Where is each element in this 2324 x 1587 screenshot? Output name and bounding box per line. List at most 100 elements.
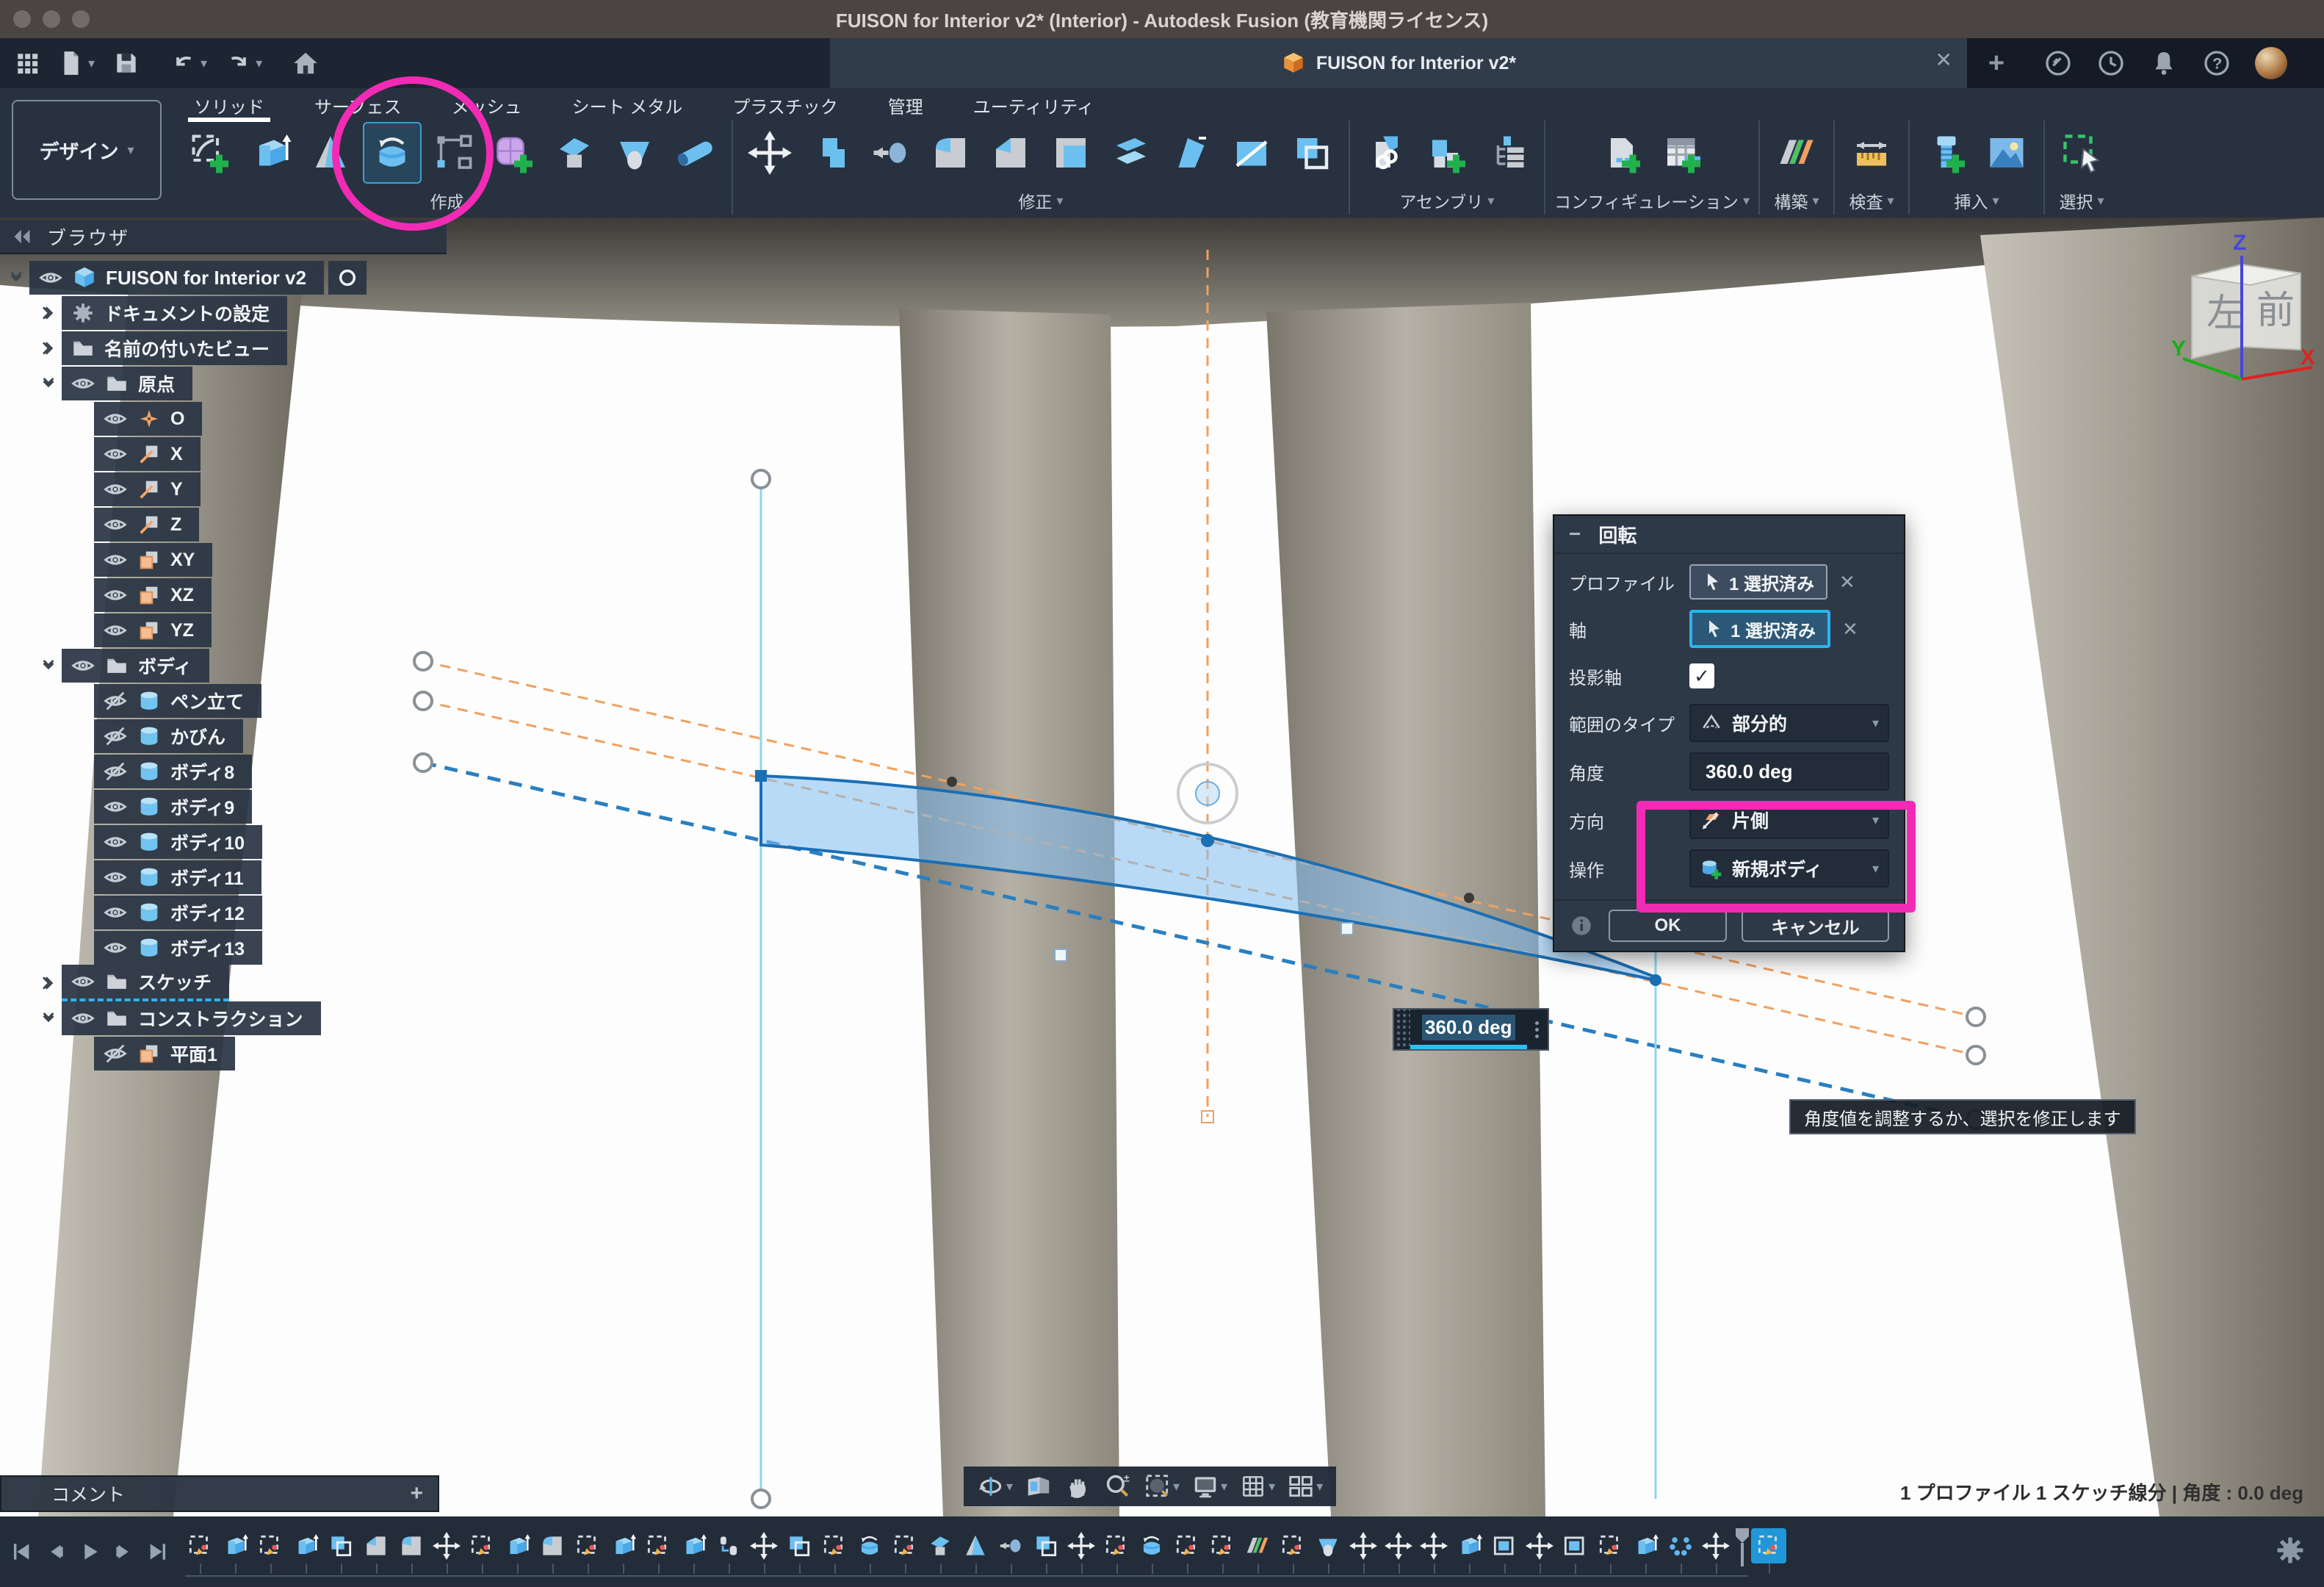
timeline-feature-extrude[interactable] bbox=[1451, 1528, 1487, 1563]
tree-row-O[interactable]: O bbox=[0, 401, 617, 436]
tree-row-かびん[interactable]: かびん bbox=[0, 719, 617, 754]
patch-tool-icon[interactable] bbox=[607, 123, 663, 182]
timeline-feature-extrude[interactable] bbox=[605, 1528, 640, 1563]
timeline-feature-combine[interactable] bbox=[323, 1528, 358, 1563]
minimize-dialog-icon[interactable]: − bbox=[1569, 522, 1581, 546]
chevron-open-icon[interactable] bbox=[35, 1009, 62, 1028]
ribbon-tab-7[interactable]: ユーティリティ bbox=[967, 91, 1100, 118]
sketch-new-tool-icon[interactable] bbox=[182, 123, 238, 182]
tree-item[interactable]: ペン立て bbox=[94, 684, 261, 718]
tree-row-平面1[interactable]: 平面1 bbox=[0, 1036, 617, 1071]
tree-row-Y[interactable]: Y bbox=[0, 472, 617, 507]
home-button[interactable] bbox=[286, 45, 325, 82]
timeline-feature-sketch[interactable] bbox=[570, 1528, 605, 1563]
timeline-feature-sketch[interactable] bbox=[182, 1528, 217, 1563]
clock-icon[interactable] bbox=[2096, 48, 2126, 78]
visibility-on-icon[interactable] bbox=[103, 442, 128, 467]
tree-row-FUISON for Interior v2[interactable]: FUISON for Interior v2 bbox=[0, 260, 617, 295]
fillet-tool-icon[interactable] bbox=[923, 123, 978, 182]
tree-row-スケッチ[interactable]: スケッチ bbox=[0, 965, 617, 1001]
chevron-open-icon[interactable] bbox=[35, 374, 62, 393]
tree-row-ボディ12[interactable]: ボディ12 bbox=[0, 895, 617, 930]
visibility-off-icon[interactable] bbox=[103, 1041, 128, 1066]
tree-row-XZ[interactable]: XZ bbox=[0, 577, 617, 613]
tree-item[interactable]: O bbox=[94, 402, 202, 436]
tree-item[interactable]: Y bbox=[94, 472, 201, 506]
timeline-feature-sketch[interactable] bbox=[887, 1528, 923, 1563]
sketch-point[interactable] bbox=[947, 777, 957, 787]
add-comment-button[interactable]: + bbox=[410, 1481, 423, 1506]
visibility-on-icon[interactable] bbox=[103, 794, 128, 819]
model-viewport[interactable]: 左 前 Z Y X ブラウザ FUISON for Interior v2ドキュ… bbox=[0, 217, 2324, 1516]
timeline-feature-fillet[interactable] bbox=[535, 1528, 570, 1563]
timeline-feature-construct-plane[interactable] bbox=[1240, 1528, 1275, 1563]
timeline-go-end-button[interactable] bbox=[144, 1539, 170, 1565]
visibility-off-icon[interactable] bbox=[103, 688, 128, 713]
visibility-on-icon[interactable] bbox=[103, 583, 128, 608]
tree-item[interactable]: ボディ11 bbox=[94, 860, 261, 894]
timeline-feature-sketch[interactable] bbox=[464, 1528, 499, 1563]
timeline-feature-move[interactable] bbox=[1522, 1528, 1557, 1563]
timeline-feature-patch[interactable] bbox=[1310, 1528, 1346, 1563]
tree-item[interactable]: X bbox=[94, 437, 201, 471]
tree-item[interactable]: 名前の付いたビュー bbox=[62, 331, 287, 365]
ribbon-group-label[interactable]: 選択▾ bbox=[2059, 188, 2104, 213]
collapse-panel-icon[interactable] bbox=[12, 226, 32, 247]
visibility-on-icon[interactable] bbox=[103, 618, 128, 643]
tree-row-ボディ11[interactable]: ボディ11 bbox=[0, 860, 617, 895]
timeline-settings-gear-icon[interactable] bbox=[2274, 1534, 2306, 1566]
clear-axis-icon[interactable]: ✕ bbox=[1842, 618, 1858, 641]
timeline-feature-sketch[interactable] bbox=[817, 1528, 852, 1563]
tree-row-ボディ[interactable]: ボディ bbox=[0, 648, 617, 683]
drag-handle[interactable] bbox=[1394, 1010, 1410, 1049]
ribbon-tab-4[interactable]: シート メタル bbox=[566, 91, 689, 118]
ribbon-tab-1[interactable]: ソリッド bbox=[188, 91, 270, 118]
select-tool-icon[interactable] bbox=[2054, 123, 2110, 182]
timeline-step-back-button[interactable] bbox=[43, 1539, 69, 1565]
comments-bar[interactable]: コメント + bbox=[0, 1475, 439, 1512]
visibility-on-icon[interactable] bbox=[103, 512, 128, 537]
chevron-closed-icon[interactable] bbox=[35, 974, 62, 993]
timeline-feature-extrude[interactable] bbox=[676, 1528, 711, 1563]
extent-type-select[interactable]: 部分的 ▾ bbox=[1689, 704, 1889, 742]
timeline-feature-sketch[interactable] bbox=[640, 1528, 676, 1563]
ribbon-group-label[interactable]: アセンブリ▾ bbox=[1400, 188, 1495, 213]
timeline-feature-revolve[interactable] bbox=[1134, 1528, 1169, 1563]
tree-item[interactable]: FUISON for Interior v2 bbox=[29, 261, 324, 295]
timeline-feature-replace-face[interactable] bbox=[993, 1528, 1028, 1563]
angle-value-input[interactable]: 360.0 deg bbox=[1393, 1008, 1549, 1051]
timeline-feature-thicken[interactable] bbox=[923, 1528, 958, 1563]
chevron-closed-icon[interactable] bbox=[35, 339, 62, 358]
table-leg[interactable] bbox=[899, 309, 1119, 1516]
tree-item[interactable]: かびん bbox=[94, 719, 243, 753]
redo-button[interactable]: ▾ bbox=[219, 45, 268, 82]
visibility-on-icon[interactable] bbox=[71, 371, 95, 396]
tree-row-Z[interactable]: Z bbox=[0, 507, 617, 542]
pipe-tool-icon[interactable] bbox=[667, 123, 723, 182]
tree-item[interactable]: 平面1 bbox=[94, 1037, 235, 1070]
timeline-feature-move[interactable] bbox=[1416, 1528, 1451, 1563]
window-controls[interactable] bbox=[13, 0, 90, 38]
angle-input[interactable]: 360.0 deg bbox=[1689, 752, 1889, 791]
config-table-tool-icon[interactable] bbox=[1654, 123, 1710, 182]
more-options-handle[interactable] bbox=[1527, 1010, 1548, 1049]
tree-row-ボディ9[interactable]: ボディ9 bbox=[0, 789, 617, 824]
tree-row-ボディ8[interactable]: ボディ8 bbox=[0, 754, 617, 789]
timeline-playhead[interactable] bbox=[1735, 1528, 1750, 1566]
form-tool-icon[interactable] bbox=[486, 123, 542, 182]
config-tool-icon[interactable] bbox=[1594, 123, 1650, 182]
press-pull-tool-icon[interactable] bbox=[802, 123, 858, 182]
tree-item[interactable]: ボディ12 bbox=[94, 896, 262, 929]
visibility-on-icon[interactable] bbox=[103, 935, 128, 960]
move-tool-icon[interactable] bbox=[742, 123, 798, 182]
visibility-off-icon[interactable] bbox=[103, 759, 128, 784]
thicken-tool-icon[interactable] bbox=[546, 123, 602, 182]
activate-component-radio[interactable] bbox=[328, 261, 367, 295]
close-tab-icon[interactable]: ✕ bbox=[1935, 50, 1952, 71]
tree-row-ボディ13[interactable]: ボディ13 bbox=[0, 930, 617, 965]
ribbon-group-label[interactable]: 修正▾ bbox=[1018, 188, 1063, 213]
offset-tool-icon[interactable] bbox=[1103, 123, 1159, 182]
document-tab[interactable]: FUISON for Interior v2* ✕ bbox=[830, 38, 1967, 88]
plug-icon[interactable] bbox=[2043, 48, 2073, 78]
tree-row-コンストラクション[interactable]: コンストラクション bbox=[0, 1001, 617, 1036]
